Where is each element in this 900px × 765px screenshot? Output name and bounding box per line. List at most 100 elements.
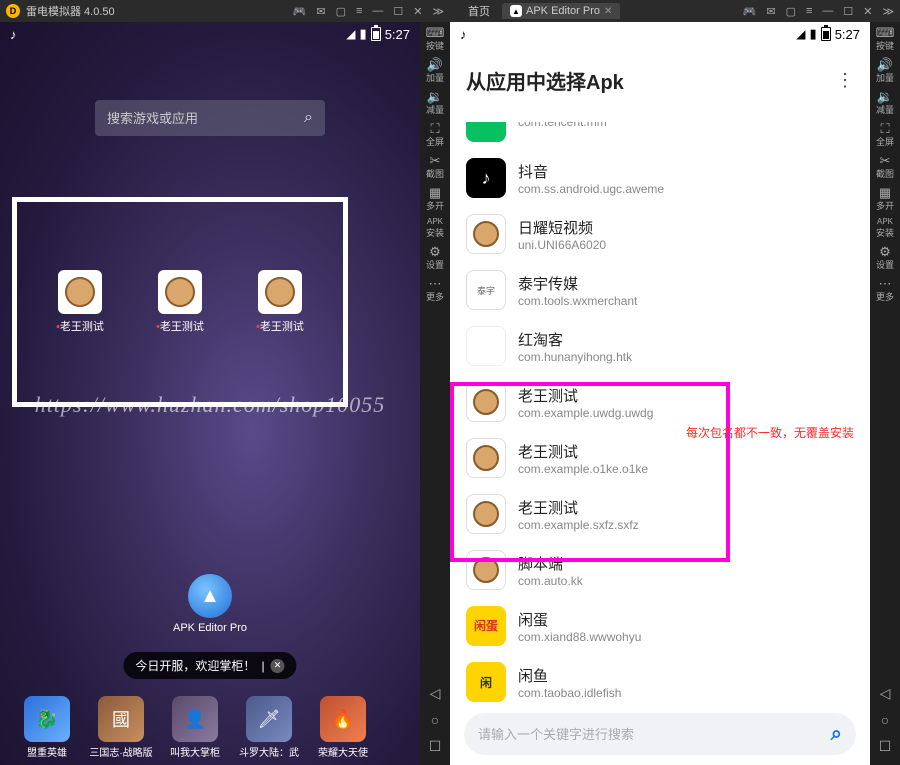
android-screen-right: ◢ ▮ 5:27 从应用中选择Apk ⋮ com.tencent.mm (450, 22, 870, 765)
tool-settings[interactable]: ⚙设置 (422, 245, 448, 271)
promo-pill[interactable]: 今日开服，欢迎掌柜！| ✕ (123, 652, 296, 679)
tool-volume-up[interactable]: 🔊加量 (422, 58, 448, 84)
app-icon-laowang (466, 382, 506, 422)
list-item[interactable]: 老王测试com.example.sxfz.sxfz (450, 486, 870, 542)
dock-app-3[interactable]: 👤叫我大掌柜 (163, 696, 227, 759)
apk-search-input[interactable] (478, 727, 831, 742)
list-item[interactable]: ♪ 抖音com.ss.android.ugc.aweme (450, 150, 870, 206)
nav-recent-icon[interactable]: ☐ (429, 738, 442, 755)
sim-icon: ▮ (360, 26, 367, 42)
apk-header: 从应用中选择Apk ⋮ (450, 52, 870, 105)
launcher-search[interactable]: ⌕ (95, 100, 325, 136)
screenshot-icon[interactable]: ▢ (336, 5, 346, 18)
tool-multi[interactable]: ▦多开 (872, 186, 898, 212)
list-item[interactable]: 闲蛋 闲蛋com.xiand88.wwwohyu (450, 598, 870, 654)
tool-screenshot[interactable]: ✂截图 (872, 154, 898, 180)
tabstrip: 首页 ▲ APK Editor Pro ✕ 🎮 ✉ ▢ ≡ — ☐ ✕ ≫ (450, 0, 900, 22)
titlebar-controls: 🎮 ✉ ▢ ≡ — ☐ ✕ ≫ (293, 5, 444, 18)
list-item[interactable]: 日耀短视频uni.UNI66A6020 (450, 206, 870, 262)
dock-app-5[interactable]: 🔥荣耀大天使 (311, 696, 375, 759)
minimize-icon[interactable]: — (372, 5, 383, 18)
tool-keymap[interactable]: ⌨按键 (422, 26, 448, 52)
app-icon-wechat (466, 122, 506, 142)
menu-icon[interactable]: ≡ (356, 5, 362, 18)
list-item[interactable]: 闲 闲鱼com.taobao.idlefish (450, 654, 870, 705)
tool-screenshot[interactable]: ✂截图 (422, 154, 448, 180)
app-icon-riyao (466, 214, 506, 254)
list-item[interactable]: 泰宇 泰宇传媒com.tools.wxmerchant (450, 262, 870, 318)
tool-settings[interactable]: ⚙设置 (872, 245, 898, 271)
status-bar: ◢ ▮ 5:27 (0, 22, 420, 46)
clock: 5:27 (835, 27, 860, 42)
search-icon[interactable]: ⌕ (831, 723, 842, 746)
tool-more[interactable]: ⋯更多 (422, 277, 448, 303)
close-icon[interactable]: ✕ (413, 5, 422, 18)
dock-app-4[interactable]: 🗡斗罗大陆：武 (237, 696, 301, 759)
app-icon-taiyu: 泰宇 (466, 270, 506, 310)
tool-fullscreen[interactable]: ⛶全屏 (422, 122, 448, 148)
app-icon-laowang (466, 494, 506, 534)
search-input[interactable] (107, 111, 304, 126)
app-icon-hongtao (466, 326, 506, 366)
maximize-icon[interactable]: ☐ (393, 5, 403, 18)
app-laowang-3[interactable]: •老王测试 (246, 270, 314, 334)
app-laowang-2[interactable]: •老王测试 (146, 270, 214, 334)
app-icon-xiandan: 闲蛋 (466, 606, 506, 646)
screenshot-icon[interactable]: ▢ (786, 5, 796, 18)
tool-volume-down[interactable]: 🔉减量 (872, 90, 898, 116)
tool-multi[interactable]: ▦多开 (422, 186, 448, 212)
mail-icon[interactable]: ✉ (316, 5, 325, 18)
minimize-icon[interactable]: — (822, 5, 833, 18)
titlebar-controls-right: 🎮 ✉ ▢ ≡ — ☐ ✕ ≫ (743, 5, 894, 18)
close-icon[interactable]: ✕ (863, 5, 872, 18)
window-title: 雷电模拟器 4.0.50 (26, 3, 293, 19)
nav-recent-icon[interactable]: ☐ (879, 738, 892, 755)
tool-install[interactable]: APK安装 (422, 218, 448, 239)
list-item[interactable]: 老王测试com.example.uwdg.uwdg (450, 374, 870, 430)
tool-volume-down[interactable]: 🔉减量 (422, 90, 448, 116)
close-icon[interactable]: ✕ (271, 659, 285, 673)
app-icon-douyin: ♪ (466, 158, 506, 198)
nav-home-icon[interactable]: ○ (431, 712, 439, 728)
nav-home-icon[interactable]: ○ (881, 712, 889, 728)
gamepad-icon[interactable]: 🎮 (293, 5, 307, 18)
more-icon[interactable]: ⋮ (836, 70, 854, 91)
close-icon[interactable]: ✕ (604, 6, 612, 17)
nav-back-icon[interactable]: ◁ (880, 685, 891, 702)
expand-icon[interactable]: ≫ (432, 5, 444, 18)
tool-keymap[interactable]: ⌨按键 (872, 26, 898, 52)
app-list[interactable]: com.tencent.mm ♪ 抖音com.ss.android.ugc.aw… (450, 122, 870, 705)
tab-home[interactable]: 首页 (456, 1, 498, 21)
dock-app-2[interactable]: 國三国志·战略版 (89, 696, 153, 759)
wifi-icon: ◢ (796, 27, 805, 41)
android-screen-left: ◢ ▮ 5:27 ⌕ •老王测试 •老王测试 (0, 22, 420, 765)
app-laowang-1[interactable]: •老王测试 (46, 270, 114, 334)
list-item[interactable]: 脚本端com.auto.kk (450, 542, 870, 598)
menu-icon[interactable]: ≡ (806, 5, 812, 18)
tool-install[interactable]: APK安装 (872, 218, 898, 239)
tool-more[interactable]: ⋯更多 (872, 277, 898, 303)
nav-back-icon[interactable]: ◁ (430, 685, 441, 702)
gamepad-icon[interactable]: 🎮 (743, 5, 757, 18)
tab-apk-editor[interactable]: ▲ APK Editor Pro ✕ (502, 3, 620, 19)
list-item[interactable]: 红淘客com.hunanyihong.htk (450, 318, 870, 374)
battery-icon (371, 27, 381, 41)
app-icon-laowang (466, 438, 506, 478)
side-toolbar-right: ⌨按键 🔊加量 🔉减量 ⛶全屏 ✂截图 ▦多开 APK安装 ⚙设置 ⋯更多 ◁ … (870, 22, 900, 765)
mail-icon[interactable]: ✉ (766, 5, 775, 18)
search-icon[interactable]: ⌕ (304, 109, 313, 127)
tool-fullscreen[interactable]: ⛶全屏 (872, 122, 898, 148)
dock-app-1[interactable]: 🐉盟重英雄 (15, 696, 79, 759)
titlebar-left: D 雷电模拟器 4.0.50 🎮 ✉ ▢ ≡ — ☐ ✕ ≫ (0, 0, 450, 22)
sim-icon: ▮ (810, 26, 817, 42)
apk-search-bar[interactable]: ⌕ (464, 713, 856, 755)
emulator-logo: D (6, 4, 20, 18)
expand-icon[interactable]: ≫ (882, 5, 894, 18)
app-apk-editor[interactable]: ▲ APK Editor Pro (173, 574, 247, 634)
battery-icon (821, 27, 831, 41)
maximize-icon[interactable]: ☐ (843, 5, 853, 18)
list-item[interactable]: com.tencent.mm (450, 122, 870, 150)
clock: 5:27 (385, 27, 410, 42)
status-bar: ◢ ▮ 5:27 (450, 22, 870, 46)
tool-volume-up[interactable]: 🔊加量 (872, 58, 898, 84)
